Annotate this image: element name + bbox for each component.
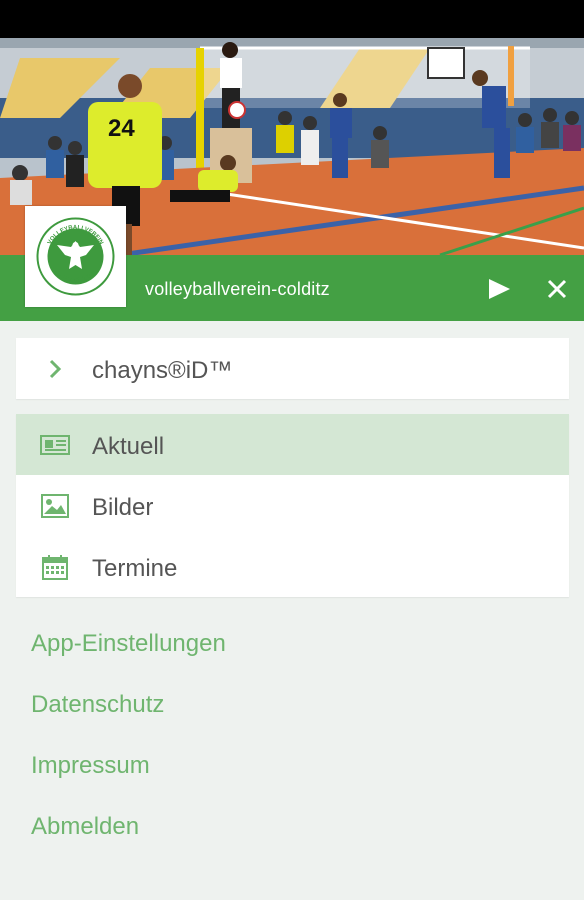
link-app-settings[interactable]: App-Einstellungen: [31, 630, 226, 658]
menu-item-label: Termine: [92, 555, 178, 582]
club-logo: VOLLEYBALLVEREIN SV COLDITZ E.V.: [25, 206, 126, 307]
image-icon: [40, 493, 70, 519]
close-icon: [547, 279, 567, 299]
menu-item-label: Bilder: [92, 494, 154, 521]
account-row[interactable]: chayns®iD™: [16, 338, 569, 399]
link-logout[interactable]: Abmelden: [31, 813, 139, 841]
link-privacy[interactable]: Datenschutz: [31, 691, 164, 719]
close-button[interactable]: [539, 272, 575, 306]
menu-item-label: Aktuell: [92, 433, 165, 460]
play-button[interactable]: [481, 272, 517, 306]
menu-item-termine[interactable]: Termine: [16, 536, 569, 597]
menu-item-bilder[interactable]: Bilder: [16, 475, 569, 536]
link-imprint[interactable]: Impressum: [31, 752, 150, 780]
account-card: chayns®iD™: [16, 338, 569, 399]
chevron-right-icon: [40, 356, 70, 382]
play-icon: [489, 279, 510, 299]
jersey-number: 24: [108, 115, 135, 142]
site-title: volleyballverein-colditz: [145, 279, 330, 299]
status-bar: [0, 0, 584, 38]
navigation-menu: Aktuell Bilder Termine: [16, 414, 569, 597]
account-label: chayns®iD™: [92, 357, 233, 384]
newspaper-icon: [40, 432, 70, 458]
menu-item-aktuell[interactable]: Aktuell: [16, 414, 569, 475]
calendar-icon: [40, 554, 70, 580]
